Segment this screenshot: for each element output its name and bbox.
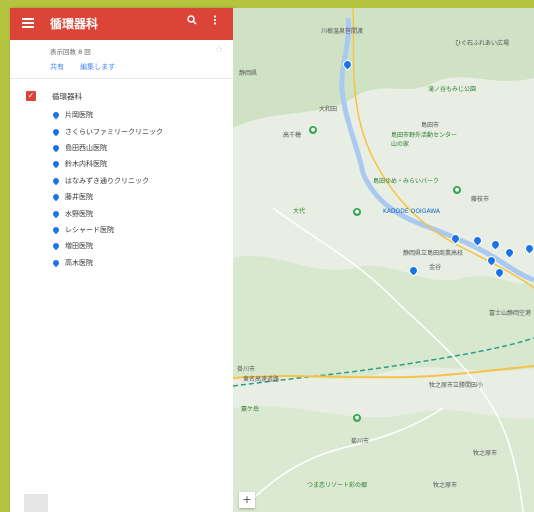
list-item[interactable]: 藤井医院 bbox=[51, 189, 233, 205]
map-label: 静岡県 bbox=[239, 70, 258, 77]
list-item[interactable]: 鈴木内科医院 bbox=[51, 156, 233, 172]
map-label: 富士山静岡空港 bbox=[489, 310, 532, 317]
search-icon[interactable] bbox=[187, 14, 197, 28]
park-icon[interactable]: ● bbox=[453, 186, 461, 194]
map-pin-icon bbox=[51, 127, 61, 136]
star-icon[interactable]: ☆ bbox=[215, 45, 223, 55]
map-label: つま恋リゾート彩の郷 bbox=[307, 482, 368, 489]
share-link[interactable]: 共有 bbox=[50, 63, 64, 71]
view-count: 表示回数 8 回 bbox=[50, 48, 91, 56]
map-pin-icon bbox=[51, 160, 61, 169]
map-pin-icon bbox=[51, 192, 61, 202]
map-pin-icon bbox=[51, 209, 61, 218]
legend-panel: 循環器科 表示回数 8 回 ☆ 共有 編集します ✓ 循環器科 片岡医院 さくら… bbox=[10, 8, 233, 512]
park-icon[interactable]: ● bbox=[353, 414, 361, 422]
map-label: 牧之原市 bbox=[433, 482, 458, 489]
layer-checkbox[interactable]: ✓ bbox=[26, 91, 36, 101]
map-pin-icon bbox=[51, 225, 61, 235]
list-item[interactable]: 高木医院 bbox=[51, 255, 233, 271]
map-pin-icon bbox=[51, 258, 61, 267]
layer-name: 循環器科 bbox=[52, 92, 82, 101]
panel-header: 循環器科 bbox=[10, 8, 233, 40]
list-item[interactable]: はなみずき通りクリニック bbox=[51, 173, 233, 189]
menu-icon[interactable] bbox=[22, 18, 34, 28]
divider bbox=[10, 78, 233, 79]
map-canvas[interactable]: 静岡県 川根温泉笹間渡 大和田 高千穂 ひぐ石ふれあい広場 滝ノ谷もみじ公園 島… bbox=[233, 8, 534, 512]
list-item[interactable]: レシャード医院 bbox=[51, 222, 233, 238]
zoom-in-button[interactable]: + bbox=[239, 492, 255, 508]
map-title: 循環器科 bbox=[50, 17, 99, 31]
map-label: 大和田 bbox=[319, 106, 338, 113]
list-item[interactable]: 増田医院 bbox=[51, 238, 233, 254]
map-label: 牧之原市 bbox=[473, 450, 498, 457]
map-pin-icon bbox=[51, 110, 61, 120]
map-label: 川根温泉笹間渡 bbox=[321, 28, 364, 35]
park-icon[interactable]: ● bbox=[309, 126, 317, 134]
map-label: ひぐ石ふれあい広場 bbox=[455, 40, 510, 47]
map-pin-icon bbox=[51, 242, 61, 251]
list-item[interactable]: さくらいファミリークリニック bbox=[51, 123, 233, 139]
map-pin-icon bbox=[51, 143, 61, 153]
map-label: 牧之原市立勝間田小 bbox=[429, 382, 484, 389]
list-item[interactable]: 水野医院 bbox=[51, 205, 233, 221]
map-pin-icon bbox=[51, 176, 61, 185]
map-label: 粟ケ岳 bbox=[241, 406, 260, 413]
layer-header: ✓ 循環器科 bbox=[10, 83, 233, 107]
map-label: 東名高速道路 bbox=[243, 376, 280, 383]
place-list: 片岡医院 さくらいファミリークリニック 島田西山医院 鈴木内科医院 はなみずき通… bbox=[10, 107, 233, 271]
more-options-icon[interactable] bbox=[213, 14, 217, 28]
base-map-thumbnail[interactable] bbox=[24, 494, 48, 512]
map-label: 大代 bbox=[293, 208, 306, 215]
map-label: 島田市野外活動センター山の家 bbox=[391, 132, 458, 148]
park-icon[interactable]: ● bbox=[353, 208, 361, 216]
map-label: 高千穂 bbox=[283, 132, 302, 139]
map-meta: 表示回数 8 回 ☆ 共有 編集します bbox=[10, 40, 233, 74]
list-item[interactable]: 片岡医院 bbox=[51, 107, 233, 123]
map-label: 掛川市 bbox=[237, 366, 256, 373]
map-label: 金谷 bbox=[429, 264, 442, 271]
map-label: 静岡県立島田商業高校 bbox=[403, 250, 464, 257]
list-item[interactable]: 島田西山医院 bbox=[51, 140, 233, 156]
map-label: 藤枝市 bbox=[471, 196, 490, 203]
map-label: 滝ノ谷もみじ公園 bbox=[428, 86, 477, 93]
map-label: 島田ゆめ・みらいパーク bbox=[373, 178, 440, 185]
edit-link[interactable]: 編集します bbox=[80, 63, 115, 71]
map-label: KADODE OOIGAWA bbox=[383, 208, 440, 215]
map-label: 島田市 bbox=[421, 122, 440, 129]
map-label: 菊川市 bbox=[351, 438, 370, 445]
